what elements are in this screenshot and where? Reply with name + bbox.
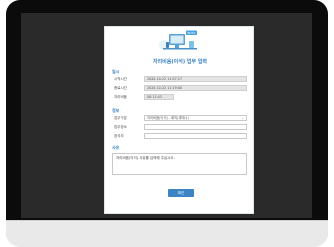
work-type-value: 자리비움(이석) - 회의(세미나): [147, 116, 189, 120]
work-place-input[interactable]: [144, 124, 247, 130]
work-place-label: 업무장소: [114, 125, 127, 129]
away-dialog: BUSY 자리비움(이석) 업무 입력 일시 시작시간 2020-10-22 1…: [104, 26, 254, 214]
end-time-label: 종료시간: [114, 86, 127, 90]
section-period: 일시: [112, 69, 120, 74]
monitor-base: [6, 220, 328, 247]
memo-placeholder: 자리비움(이석) 사유를 입력해 주십시오.: [116, 156, 175, 160]
attendee-input[interactable]: [144, 133, 247, 139]
work-type-label: 업무구분: [114, 116, 127, 120]
dialog-title: 자리비움(이석) 업무 입력: [152, 59, 208, 65]
section-memo: 사유: [112, 145, 120, 150]
ok-button[interactable]: 확인: [168, 189, 194, 197]
away-duration-field: 00:11:43: [144, 94, 174, 100]
start-time-label: 시작시간: [114, 77, 127, 81]
end-time-field: 2020-10-22 11:19:00: [144, 85, 247, 91]
work-type-select[interactable]: 자리비움(이석) - 회의(세미나) ⌄: [144, 115, 247, 121]
chevron-down-icon: ⌄: [241, 116, 244, 120]
desk-illustration-icon: BUSY: [159, 30, 197, 50]
attendee-label: 참석자: [114, 134, 124, 138]
start-time-field: 2020-10-22 11:07:17: [144, 76, 247, 82]
svg-text:BUSY: BUSY: [188, 31, 196, 35]
memo-textarea[interactable]: 자리비움(이석) 사유를 입력해 주십시오.: [112, 153, 247, 175]
away-duration-label: 자리비움: [114, 95, 127, 99]
section-info: 정보: [112, 108, 120, 113]
